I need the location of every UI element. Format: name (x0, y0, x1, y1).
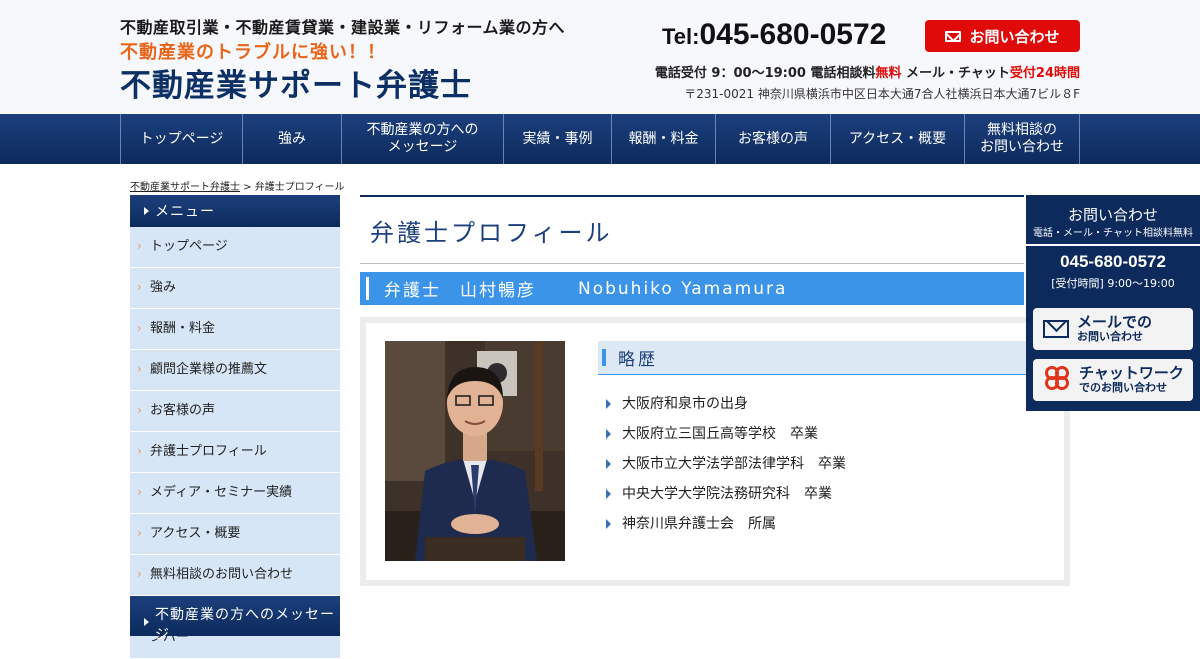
hours-24: 受付24時間 (1009, 66, 1080, 81)
nav-item-strength[interactable]: 強み (242, 114, 341, 164)
header-tagline: 不動産取引業・不動産賃貸業・建設業・リフォーム業の方へ (120, 18, 566, 37)
nav-label: お客様の声 (738, 130, 808, 147)
nav-label: 報酬・料金 (628, 130, 699, 147)
phone-number: 045-680-0572 (699, 18, 887, 51)
sidebar-item-profile[interactable]: 弁護士プロフィール (130, 432, 340, 473)
hours-free: 無料 (875, 66, 902, 81)
sidebar-item-media[interactable]: メディア・セミナー実績 (130, 473, 340, 514)
header-phone[interactable]: Tel:045-680-0572 (662, 18, 886, 52)
float-subtitle: 電話・メール・チャット相談料無料 (1033, 228, 1193, 239)
profile-card: 略歴 大阪府和泉市の出身 大阪府立三国丘高等学校 卒業 大阪市立大学法学部法律学… (360, 317, 1070, 586)
profile-name-en: Nobuhiko Yamamura (578, 278, 788, 299)
lawyer-photo (385, 341, 565, 561)
breadcrumb-home-link[interactable]: 不動産業サポート弁護士 (130, 182, 240, 193)
site-logo[interactable]: 不動産業サポート弁護士 (120, 60, 472, 105)
phone-prefix: Tel: (662, 24, 700, 49)
nav-item-contact[interactable]: 無料相談の お問い合わせ (964, 114, 1080, 164)
career-item: 大阪府立三国丘高等学校 卒業 (606, 419, 846, 449)
chatwork-icon (1043, 364, 1071, 396)
profile-name: 弁護士 山村暢彦 (384, 281, 536, 301)
career-item: 中央大学大学院法務研究科 卒業 (606, 479, 846, 509)
nav-item-access[interactable]: アクセス・概要 (830, 114, 964, 164)
mail-button-label: メールでの お問い合わせ (1077, 313, 1153, 344)
career-item: 大阪市立大学法学部法律学科 卒業 (606, 449, 846, 479)
triangle-icon (144, 618, 149, 626)
page-title-box: 弁護士プロフィール (360, 195, 1024, 264)
sidebar-item-testimonials[interactable]: 顧問企業様の推薦文 (130, 350, 340, 391)
sidebar-item-strength[interactable]: 強み (130, 268, 340, 309)
chatwork-button-label: チャットワーク でのお問い合わせ (1079, 364, 1184, 395)
site-header: 不動産取引業・不動産賃貸業・建設業・リフォーム業の方へ 不動産業のトラブルに強い… (120, 0, 1080, 114)
mail-icon (945, 30, 962, 42)
profile-name-bar: 弁護士 山村暢彦 Nobuhiko Yamamura (360, 272, 1024, 305)
sidebar-item-contact[interactable]: 無料相談のお問い合わせ (130, 555, 340, 596)
career-heading: 略歴 (598, 341, 1026, 375)
chatwork-contact-button[interactable]: チャットワーク でのお問い合わせ (1033, 359, 1193, 401)
main-content: 弁護士プロフィール 弁護士 山村暢彦 Nobuhiko Yamamura (360, 195, 1024, 305)
contact-button-label: お問い合わせ (969, 27, 1060, 46)
sidebar-item-fees[interactable]: 報酬・料金 (130, 309, 340, 350)
sidebar-item-top[interactable]: トップページ (130, 227, 340, 268)
sidebar-menu: メニュー トップページ 強み 報酬・料金 顧問企業様の推薦文 お客様の声 弁護士… (130, 195, 340, 659)
float-divider (1026, 244, 1200, 246)
contact-button[interactable]: お問い合わせ (925, 20, 1080, 52)
float-phone[interactable]: 045-680-0572 (1026, 252, 1200, 272)
breadcrumb-separator: > (240, 182, 255, 193)
nav-label: 実績・事例 (522, 130, 593, 147)
sidebar-heading: メニュー (130, 195, 340, 227)
sidebar-item-voices[interactable]: お客様の声 (130, 391, 340, 432)
nav-item-fees[interactable]: 報酬・料金 (611, 114, 715, 164)
triangle-icon (144, 207, 149, 215)
office-address: 〒231-0021 神奈川県横浜市中区日本大通7合人社横浜日本大通7ビル８F (684, 87, 1080, 101)
breadcrumb: 不動産業サポート弁護士 > 弁護士プロフィール (130, 178, 345, 193)
nav-label: アクセス・概要 (848, 130, 947, 147)
hours-text: 電話受付 9：00〜19:00 電話相談料 (654, 66, 876, 81)
float-hours: [受付時間] 9:00～19:00 (1051, 277, 1175, 290)
float-title: お問い合わせ (1067, 206, 1158, 224)
sidebar-heading-message[interactable]: 不動産業の方へのメッセージ (130, 596, 340, 643)
breadcrumb-current: 弁護士プロフィール (254, 182, 345, 193)
career-list: 大阪府和泉市の出身 大阪府立三国丘高等学校 卒業 大阪市立大学法学部法律学科 卒… (606, 389, 846, 539)
nav-item-results[interactable]: 実績・事例 (503, 114, 611, 164)
business-hours: 電話受付 9：00〜19:00 電話相談料無料 メール・チャット受付24時間 (655, 62, 1080, 81)
nav-item-top[interactable]: トップページ (120, 114, 242, 164)
global-nav: トップページ 強み 不動産業の方への メッセージ 実績・事例 報酬・料金 お客様の… (0, 114, 1200, 164)
nav-label: 強み (278, 130, 306, 147)
career-item: 神奈川県弁護士会 所属 (606, 509, 846, 539)
nav-label: 不動産業の方への メッセージ (366, 122, 479, 155)
nav-item-message[interactable]: 不動産業の方への メッセージ (341, 114, 503, 164)
nav-label: トップページ (139, 130, 224, 147)
page-title: 弁護士プロフィール (370, 219, 613, 247)
floating-contact-panel: お問い合わせ 電話・メール・チャット相談料無料 045-680-0572 [受付… (1026, 195, 1200, 411)
mail-contact-button[interactable]: メールでの お問い合わせ (1033, 308, 1193, 350)
career-item: 大阪府和泉市の出身 (606, 389, 846, 419)
sidebar-item-access[interactable]: アクセス・概要 (130, 514, 340, 555)
nav-item-voices[interactable]: お客様の声 (715, 114, 830, 164)
nav-label: 無料相談の お問い合わせ (980, 122, 1064, 155)
hours-mail-chat: メール・チャット (901, 66, 1010, 81)
envelope-icon (1043, 320, 1069, 338)
